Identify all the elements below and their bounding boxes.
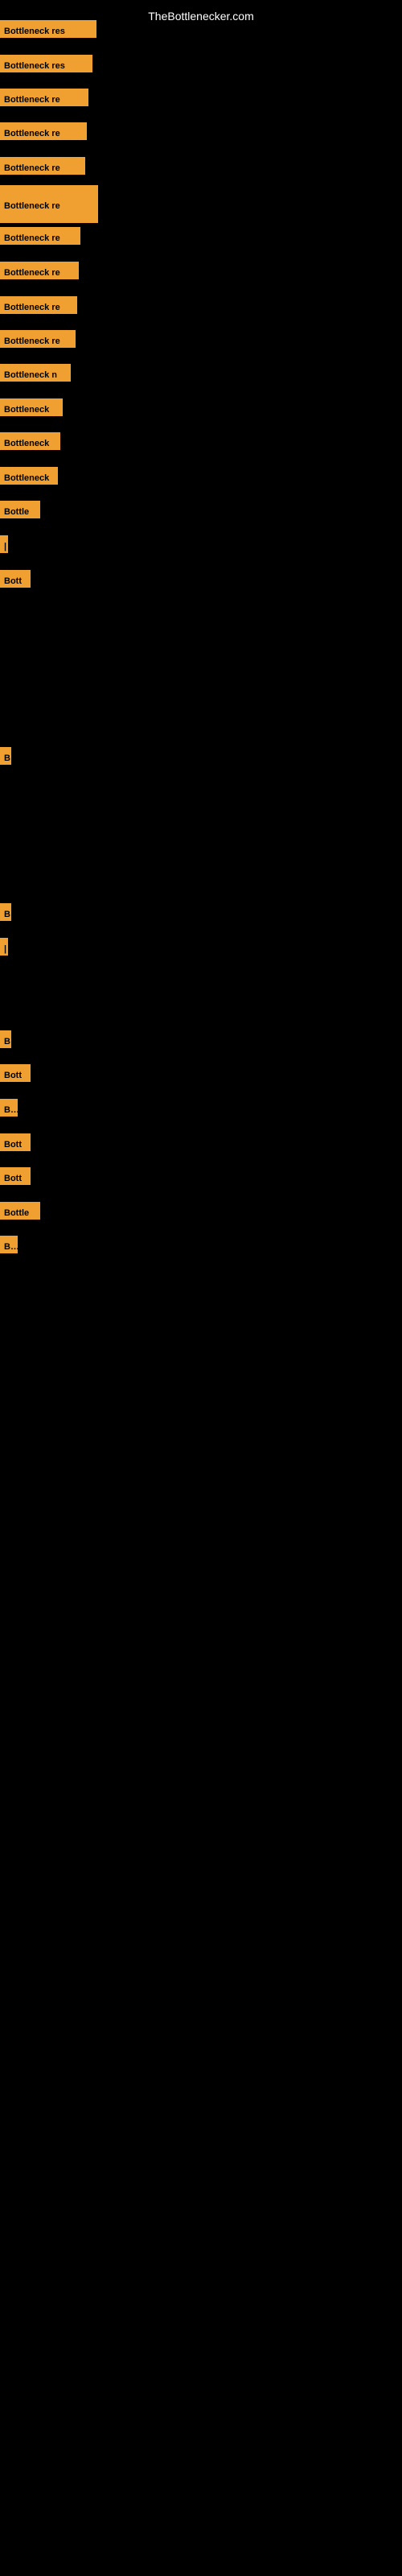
bottleneck-label-5: Bottleneck re <box>0 157 85 175</box>
bottleneck-label-11: Bottleneck n <box>0 364 71 382</box>
bottleneck-label-13: Bottleneck <box>0 432 60 450</box>
bottleneck-label-22: Bott <box>0 1064 31 1082</box>
bottleneck-label-15: Bottle <box>0 501 40 518</box>
bottleneck-label-26: Bottle <box>0 1202 40 1220</box>
bottleneck-label-16: | <box>0 535 8 553</box>
bottleneck-label-20: | <box>0 938 8 956</box>
bottleneck-label-3: Bottleneck re <box>0 89 88 106</box>
bottleneck-label-24: Bott <box>0 1133 31 1151</box>
bottleneck-label-12: Bottleneck <box>0 398 63 416</box>
bottleneck-label-14: Bottleneck <box>0 467 58 485</box>
bottleneck-label-25: Bott <box>0 1167 31 1185</box>
bottleneck-label-23: Bo <box>0 1099 18 1117</box>
bottleneck-label-8: Bottleneck re <box>0 262 79 279</box>
bottleneck-label-7: Bottleneck re <box>0 227 80 245</box>
bottleneck-label-17: Bott <box>0 570 31 588</box>
bottleneck-label-27: Bo <box>0 1236 18 1253</box>
bottleneck-label-10: Bottleneck re <box>0 330 76 348</box>
bottleneck-label-2: Bottleneck res <box>0 55 92 72</box>
bottleneck-label-18: B <box>0 747 11 765</box>
bottleneck-label-21: B <box>0 1030 11 1048</box>
bottleneck-label-6: Bottleneck re <box>0 185 98 223</box>
bottleneck-label-4: Bottleneck re <box>0 122 87 140</box>
bottleneck-label-19: B <box>0 903 11 921</box>
bottleneck-label-1: Bottleneck res <box>0 20 96 38</box>
bottleneck-label-9: Bottleneck re <box>0 296 77 314</box>
